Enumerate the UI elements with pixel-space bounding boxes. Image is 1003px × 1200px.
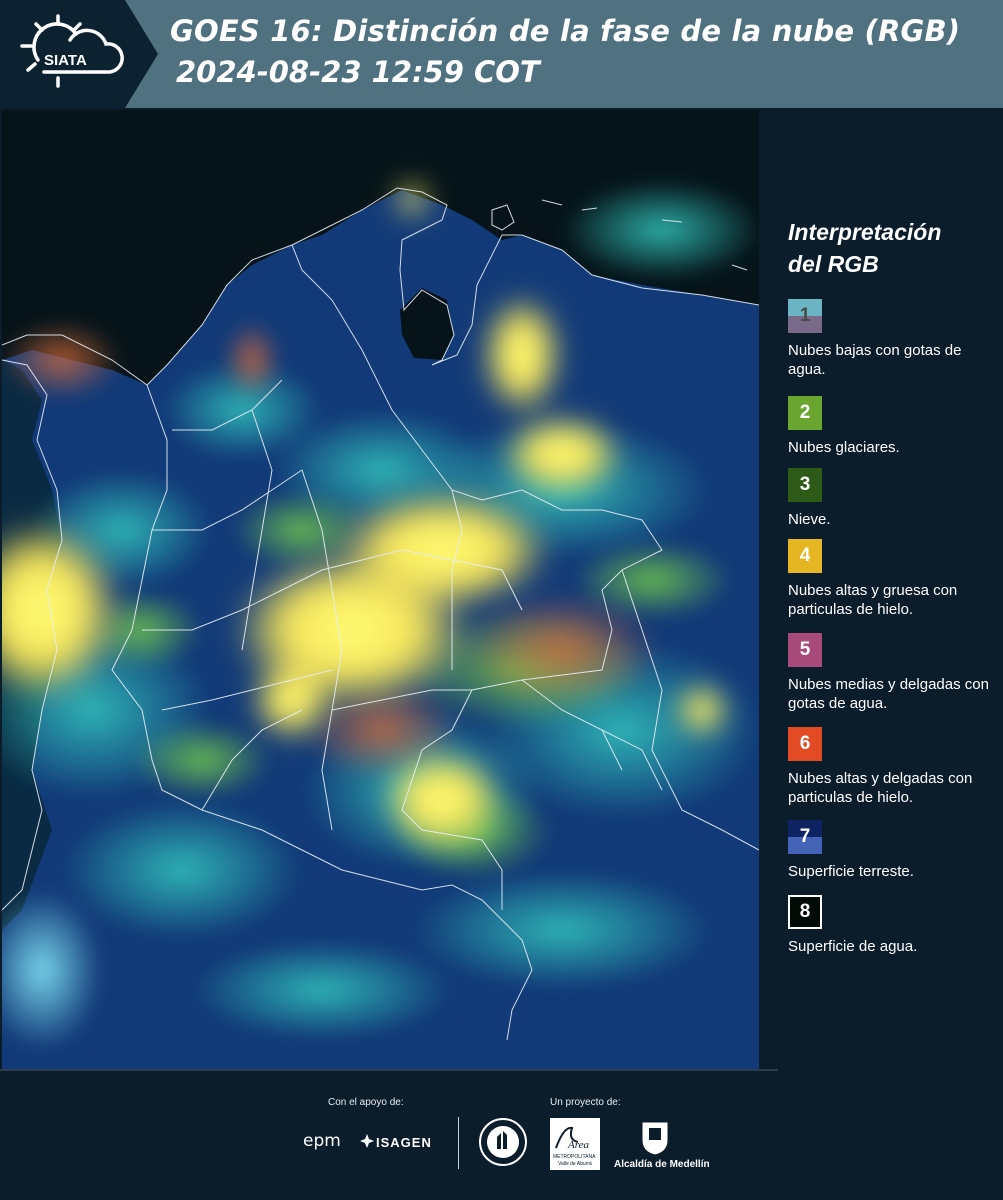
project-label: Un proyecto de:	[550, 1097, 621, 1108]
seal-icon	[478, 1117, 528, 1167]
logo-text: SIATA	[44, 52, 87, 69]
legend-title-line2: del RGB	[788, 251, 879, 277]
sun-cloud-icon: SIATA	[20, 14, 124, 88]
isagen-logo: ISAGEN	[376, 1135, 432, 1150]
legend-swatch: 5	[788, 633, 822, 667]
support-label: Con el apoyo de:	[328, 1097, 404, 1108]
legend-swatch: 7	[788, 820, 822, 854]
legend-item: 1 Nubes bajas con gotas de agua.	[788, 299, 998, 379]
footer-divider	[0, 1069, 778, 1071]
legend-number: 3	[799, 474, 811, 495]
legend-item: 4 Nubes altas y gruesa con particulas de…	[788, 539, 998, 619]
header-bar: SIATA GOES 16: Distinción de la fase de …	[0, 0, 1003, 108]
svg-text:Área: Área	[567, 1139, 589, 1151]
legend-item: 6 Nubes altas y delgadas con particulas …	[788, 727, 998, 807]
legend-item: 3 Nieve.	[788, 468, 998, 529]
legend-label: Nubes glaciares.	[788, 439, 900, 456]
legend-label: Nieve.	[788, 511, 831, 528]
legend-swatch: 6	[788, 727, 822, 761]
footer-separator	[458, 1117, 459, 1169]
legend-item: 5 Nubes medias y delgadas con gotas de a…	[788, 633, 998, 713]
legend-item: 2 Nubes glaciares.	[788, 396, 998, 457]
alcaldia-label: Alcaldía de Medellín	[614, 1159, 710, 1170]
legend-number: 2	[799, 402, 811, 423]
legend-swatch: 1	[788, 299, 822, 333]
legend-number: 1	[799, 305, 811, 326]
legend-swatch: 2	[788, 396, 822, 430]
legend-label: Nubes altas y delgadas con particulas de…	[788, 770, 973, 806]
svg-text:METROPOLITANA: METROPOLITANA	[553, 1154, 596, 1160]
legend-label: Nubes medias y delgadas con gotas de agu…	[788, 676, 989, 712]
legend-item: 8 Superficie de agua.	[788, 895, 998, 956]
legend-label: Superficie de agua.	[788, 938, 918, 955]
legend-number: 6	[799, 733, 811, 754]
legend-swatch: 3	[788, 468, 822, 502]
legend-item: 7 Superficie terreste.	[788, 820, 998, 881]
page-title: GOES 16: Distinción de la fase de la nub…	[170, 14, 961, 48]
epm-logo: epm	[303, 1131, 341, 1151]
svg-text:Valle de Aburrá: Valle de Aburrá	[558, 1161, 592, 1167]
area-metropolitana-logo: Área METROPOLITANA Valle de Aburrá	[550, 1118, 600, 1170]
legend-label: Superficie terreste.	[788, 863, 914, 880]
legend-title: Interpretación del RGB	[788, 216, 988, 280]
legend-label: Nubes bajas con gotas de agua.	[788, 342, 962, 378]
timestamp: 2024-08-23 12:59 COT	[176, 55, 540, 89]
satellite-map[interactable]	[2, 110, 759, 1069]
satellite-image	[2, 110, 759, 1069]
legend-title-line1: Interpretación	[788, 219, 942, 245]
legend-number: 5	[799, 639, 811, 660]
legend-swatch: 8	[788, 895, 822, 929]
siata-logo: SIATA	[0, 0, 158, 108]
legend-swatch: 4	[788, 539, 822, 573]
coat-of-arms-icon	[640, 1118, 670, 1156]
legend-number: 8	[799, 901, 811, 922]
legend-label: Nubes altas y gruesa con particulas de h…	[788, 582, 958, 618]
isagen-icon	[360, 1134, 374, 1148]
legend-number: 7	[799, 826, 811, 847]
legend-number: 4	[799, 545, 811, 566]
